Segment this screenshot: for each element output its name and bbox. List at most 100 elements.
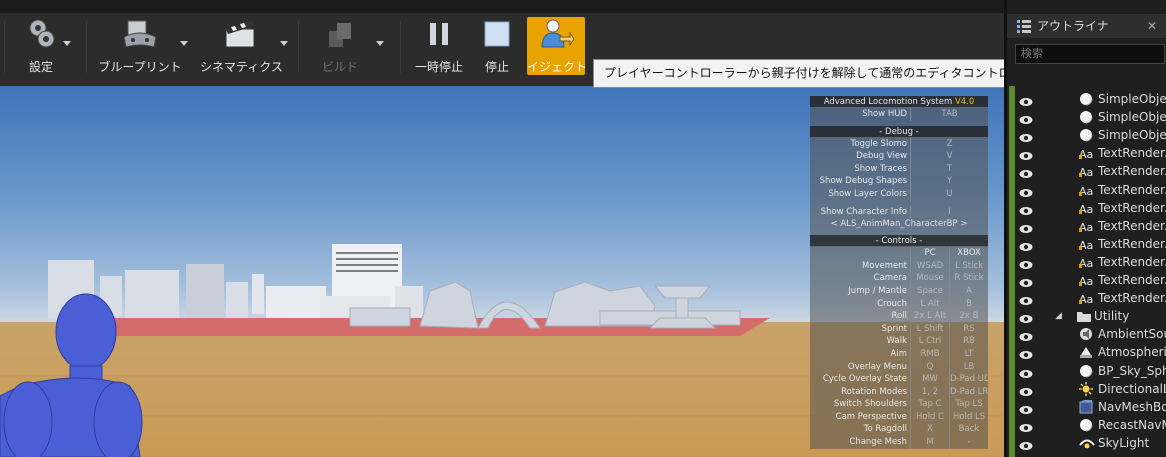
outliner-item-label: SimpleObject xyxy=(1098,110,1166,125)
hud-debug-row: Show Traces T xyxy=(810,162,988,176)
visibility-eye-icon[interactable] xyxy=(1019,185,1033,199)
outliner-item[interactable]: BP_Sky_Sphe xyxy=(1015,362,1166,380)
settings-dropdown-icon[interactable] xyxy=(63,41,71,46)
outliner-item[interactable]: AmbientSoun xyxy=(1015,325,1166,343)
outliner-item-label: TextRenderAc xyxy=(1098,273,1166,287)
visibility-eye-icon[interactable] xyxy=(1019,366,1033,380)
hud-xbox-value: - xyxy=(949,436,988,449)
build-button[interactable]: ビルド xyxy=(312,17,368,75)
outliner-item[interactable]: AaTextRenderAc xyxy=(1015,144,1166,162)
build-dropdown-icon[interactable] xyxy=(376,41,384,46)
text-render-icon: Aa xyxy=(1079,183,1095,199)
outliner-item[interactable]: NavMeshBou xyxy=(1015,398,1166,416)
outliner-item[interactable]: RecastNavMe xyxy=(1015,416,1166,434)
eject-button[interactable]: イジェクト xyxy=(527,17,588,75)
text-render-icon: Aa xyxy=(1079,146,1095,162)
hud-debug-row: Show Debug Shapes Y xyxy=(810,175,988,188)
outliner-item[interactable]: AaTextRenderAc xyxy=(1015,235,1166,253)
visibility-eye-icon[interactable] xyxy=(1019,438,1033,452)
outliner-item[interactable]: AaTextRenderAc xyxy=(1015,199,1166,217)
hud-key: Show Layer Colors xyxy=(810,187,911,201)
visibility-eye-icon[interactable] xyxy=(1019,130,1033,144)
blueprints-dropdown-icon[interactable] xyxy=(180,41,188,46)
outliner-item[interactable]: AaTextRenderAc xyxy=(1015,181,1166,199)
hud-control-row: Switch Shoulders Tap C Tap LS xyxy=(810,398,988,411)
hud-control-row: Cam Perspective Hold C Hold LS xyxy=(810,410,988,424)
visibility-eye-icon[interactable] xyxy=(1019,239,1033,253)
toolbar-separator xyxy=(298,21,299,73)
hud-control-row: Sprint L Shift RS xyxy=(810,322,988,336)
outliner-folder[interactable]: ◢ Utility xyxy=(1015,307,1166,325)
outliner-item[interactable]: SimpleObject xyxy=(1015,90,1166,108)
hud-key: Debug View xyxy=(810,150,911,163)
hud-control-row: Change Mesh M - xyxy=(810,436,988,449)
hud-control-row: Jump / Mantle Space A xyxy=(810,284,988,298)
cinematics-dropdown-icon[interactable] xyxy=(280,41,288,46)
hud-value: V xyxy=(946,151,953,162)
hud-key: Show Debug Shapes xyxy=(810,175,911,188)
hud-key: Show Character Info xyxy=(810,205,911,219)
hud-xbox-value: LT xyxy=(949,347,988,361)
outliner-search-input[interactable]: 検索 xyxy=(1015,44,1165,64)
text-render-icon: Aa xyxy=(1079,273,1095,289)
visibility-eye-icon[interactable] xyxy=(1019,221,1033,235)
outliner-list-icon xyxy=(1017,20,1031,33)
visibility-eye-icon[interactable] xyxy=(1019,275,1033,289)
hud-key: Overlay Menu xyxy=(810,360,911,374)
fog-icon xyxy=(1079,345,1093,361)
hud-pc-value: Tap C xyxy=(918,399,942,410)
hud-control-row: Camera Mouse R Stick xyxy=(810,272,988,285)
visibility-eye-icon[interactable] xyxy=(1019,329,1033,343)
eject-label: イジェクト xyxy=(527,60,588,74)
expand-arrow-icon[interactable]: ◢ xyxy=(1055,307,1062,325)
hud-xbox-value: LB xyxy=(949,360,988,374)
visibility-eye-icon[interactable] xyxy=(1019,402,1033,416)
hud-controls-header: - Controls - xyxy=(810,235,988,248)
hud-key: Rotation Modes xyxy=(810,385,911,399)
outliner-item[interactable]: DirectionalLig xyxy=(1015,380,1166,398)
clapperboard-icon xyxy=(225,21,255,48)
sun-icon xyxy=(1079,381,1093,398)
hud-version: V4.0 xyxy=(954,97,975,107)
outliner-item[interactable]: SimpleObject xyxy=(1015,126,1166,144)
pause-button[interactable]: 一時停止 xyxy=(412,17,466,75)
hud-pc-value: Hold C xyxy=(916,411,944,422)
outliner-item[interactable]: AtmosphericF xyxy=(1015,343,1166,361)
visibility-eye-icon[interactable] xyxy=(1019,257,1033,271)
outliner-item[interactable]: AaTextRenderAc xyxy=(1015,162,1166,180)
outliner-item[interactable]: AaTextRenderAc xyxy=(1015,271,1166,289)
visibility-eye-icon[interactable] xyxy=(1019,293,1033,307)
visibility-eye-icon[interactable] xyxy=(1019,311,1033,325)
toolbar-separator xyxy=(86,21,87,73)
visibility-eye-icon[interactable] xyxy=(1019,166,1033,180)
outliner-item-label: TextRenderAc xyxy=(1098,254,1166,269)
hud-row-char-info: Show Character Info I xyxy=(810,205,988,219)
outliner-item[interactable]: AaTextRenderAc xyxy=(1015,217,1166,235)
visibility-eye-icon[interactable] xyxy=(1019,148,1033,162)
visibility-eye-icon[interactable] xyxy=(1019,203,1033,217)
outliner-item-label: NavMeshBou xyxy=(1098,399,1166,414)
visibility-eye-icon[interactable] xyxy=(1019,384,1033,398)
outliner-item[interactable]: AaTextRenderAc xyxy=(1015,253,1166,271)
blueprints-button[interactable]: ブループリント xyxy=(98,17,182,75)
outliner-item[interactable]: AaTextRenderAc xyxy=(1015,289,1166,307)
stop-button[interactable]: 停止 xyxy=(476,17,518,75)
visibility-eye-icon[interactable] xyxy=(1019,94,1033,108)
outliner-item[interactable]: SkyLight xyxy=(1015,434,1166,452)
hud-key: Camera xyxy=(810,272,911,285)
outliner-item[interactable]: SimpleObject xyxy=(1015,108,1166,126)
outliner-tab[interactable]: アウトライナ ✕ xyxy=(1007,14,1166,38)
visibility-eye-icon[interactable] xyxy=(1019,112,1033,126)
toolbar-separator xyxy=(4,21,5,73)
hud-value: T xyxy=(946,163,953,174)
outliner-item-label: BP_Sky_Sphe xyxy=(1098,363,1166,378)
settings-button[interactable]: 設定 xyxy=(14,17,68,75)
cinematics-button[interactable]: シネマティクス xyxy=(200,17,283,75)
outliner-item-label: TextRenderAc xyxy=(1098,218,1166,233)
visibility-eye-icon[interactable] xyxy=(1019,420,1033,434)
hud-pc-value: Mouse xyxy=(916,273,944,284)
text-render-icon: Aa xyxy=(1079,291,1095,307)
hud-key: Cycle Overlay State xyxy=(810,373,911,386)
close-icon[interactable]: ✕ xyxy=(1147,14,1157,38)
visibility-eye-icon[interactable] xyxy=(1019,347,1033,361)
